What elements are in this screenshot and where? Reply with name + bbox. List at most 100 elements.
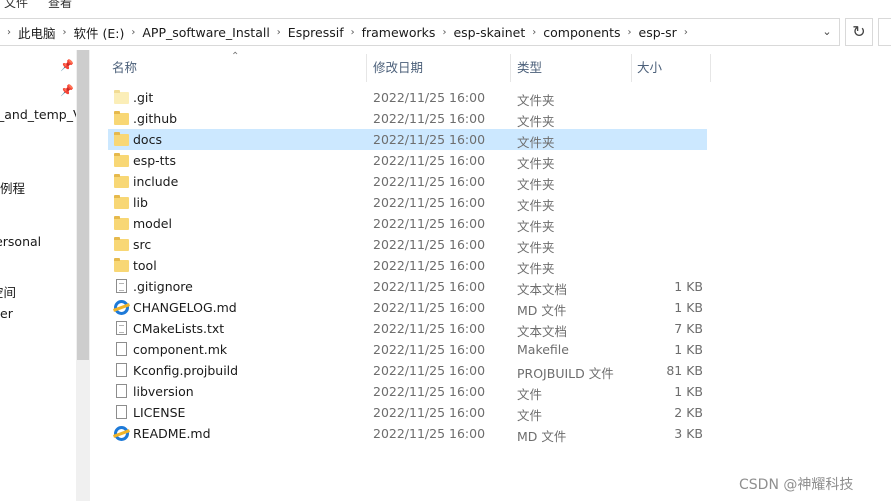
file-date: 2022/11/25 16:00 [373,216,486,231]
nav-scrollbar[interactable] [76,50,90,501]
chevron-right-icon[interactable]: › [532,27,536,38]
chevron-down-icon[interactable]: ⌄ [819,24,835,40]
folder-icon [114,174,130,189]
file-row[interactable]: esp-tts 2022/11/25 16:00 文件夹 [108,150,707,171]
nav-item[interactable]: 例程 [0,178,25,197]
breadcrumb-item[interactable]: esp-skainet [453,25,525,40]
refresh-button[interactable]: ↻ [845,18,873,46]
chevron-right-icon[interactable]: › [277,27,281,38]
breadcrumb-item[interactable]: frameworks [362,25,436,40]
nav-item[interactable]: er [0,306,13,321]
menu-item-view[interactable]: 查看 [48,0,72,8]
file-row[interactable]: model 2022/11/25 16:00 文件夹 [108,213,707,234]
nav-item[interactable]: 空间 [0,282,16,301]
file-name: .gitignore [133,279,193,294]
file-name: LICENSE [133,405,186,420]
chevron-right-icon[interactable]: › [684,27,688,38]
file-name: component.mk [133,342,228,357]
blank-file-icon [114,405,130,420]
breadcrumb-item[interactable]: components [543,25,620,40]
file-row[interactable]: README.md 2022/11/25 16:00 MD 文件 3 KB [108,423,707,444]
folder-icon [114,258,130,273]
chevron-right-icon[interactable]: › [131,27,135,38]
folder-icon [114,111,130,126]
breadcrumb-item[interactable]: 软件 (E:) [74,23,125,42]
column-divider[interactable] [631,54,632,82]
file-row[interactable]: Kconfig.projbuild 2022/11/25 16:00 PROJBUI… [108,360,707,381]
file-name: .github [133,111,178,126]
file-date: 2022/11/25 16:00 [373,321,486,336]
file-date: 2022/11/25 16:00 [373,195,486,210]
file-date: 2022/11/25 16:00 [373,342,486,357]
file-row[interactable]: CMakeLists.txt 2022/11/25 16:00 文本文档 7 KB [108,318,707,339]
file-type: 文件夹 [517,93,555,108]
file-row[interactable]: .git 2022/11/25 16:00 文件夹 [108,87,707,108]
column-header-name[interactable]: 名称 [108,58,366,82]
file-row[interactable]: tool 2022/11/25 16:00 文件夹 [108,255,707,276]
column-divider[interactable] [710,54,711,82]
search-box-edge[interactable] [878,18,891,46]
column-header-date[interactable]: 修改日期 [369,58,510,82]
column-divider[interactable] [510,54,511,82]
folder-icon [114,216,130,231]
file-row[interactable]: docs 2022/11/25 16:00 文件夹 [108,129,707,150]
file-type: 文件夹 [517,177,555,192]
chevron-right-icon[interactable]: › [63,27,67,38]
address-bar[interactable]: › 此电脑 › 软件 (E:) › APP_software_Install › Espres… [0,18,840,46]
folder-icon [114,90,130,105]
file-name: docs [133,132,162,147]
file-date: 2022/11/25 16:00 [373,363,486,378]
chevron-right-icon[interactable]: › [351,27,355,38]
pin-icon[interactable]: 📌 [60,84,74,97]
file-type: 文件夹 [517,135,555,150]
chevron-right-icon[interactable]: › [628,27,632,38]
file-name: tool [133,258,157,273]
file-date: 2022/11/25 16:00 [373,111,486,126]
file-date: 2022/11/25 16:00 [373,237,486,252]
file-date: 2022/11/25 16:00 [373,258,486,273]
column-header-size[interactable]: 大小 [633,58,708,82]
file-name: README.md [133,426,211,441]
breadcrumb-item[interactable]: 此电脑 [18,23,56,42]
file-date: 2022/11/25 16:00 [373,426,486,441]
file-type: 文件 [517,408,543,423]
file-size: 7 KB [674,321,703,336]
breadcrumb-item[interactable]: esp-sr [639,25,677,40]
file-row[interactable]: CHANGELOG.md 2022/11/25 16:00 MD 文件 1 KB [108,297,707,318]
file-type: 文件夹 [517,261,555,276]
file-name: lib [133,195,148,210]
chevron-right-icon[interactable]: › [7,27,11,38]
breadcrumb-item[interactable]: APP_software_Install [142,25,269,40]
nav-item[interactable]: Personal [0,234,41,249]
column-divider[interactable] [366,54,367,82]
file-type: MD 文件 [517,303,567,318]
file-row[interactable]: LICENSE 2022/11/25 16:00 文件 2 KB [108,402,707,423]
file-date: 2022/11/25 16:00 [373,90,486,105]
file-type: 文件夹 [517,198,555,213]
file-row[interactable]: include 2022/11/25 16:00 文件夹 [108,171,707,192]
text-file-icon [114,279,130,294]
file-size: 1 KB [674,342,703,357]
file-name: model [133,216,172,231]
nav-scrollbar-thumb[interactable] [77,50,89,360]
file-type: Makefile [517,342,569,357]
nav-item[interactable]: _and_temp_V2 [0,107,76,122]
file-row[interactable]: src 2022/11/25 16:00 文件夹 [108,234,707,255]
folder-icon [114,132,130,147]
folder-icon [114,195,130,210]
file-row[interactable]: component.mk 2022/11/25 16:00 Makefile 1 KB [108,339,707,360]
file-row[interactable]: .github 2022/11/25 16:00 文件夹 [108,108,707,129]
file-size: 1 KB [674,300,703,315]
column-header-type[interactable]: 类型 [513,58,631,82]
pin-icon[interactable]: 📌 [60,59,74,72]
breadcrumb-item[interactable]: Espressif [288,25,344,40]
file-size: 81 KB [666,363,703,378]
file-row[interactable]: .gitignore 2022/11/25 16:00 文本文档 1 KB [108,276,707,297]
file-date: 2022/11/25 16:00 [373,132,486,147]
file-size: 2 KB [674,405,703,420]
file-date: 2022/11/25 16:00 [373,405,486,420]
file-row[interactable]: lib 2022/11/25 16:00 文件夹 [108,192,707,213]
file-row[interactable]: libversion 2022/11/25 16:00 文件 1 KB [108,381,707,402]
chevron-right-icon[interactable]: › [442,27,446,38]
menu-item-file[interactable]: 文件 [4,0,28,8]
